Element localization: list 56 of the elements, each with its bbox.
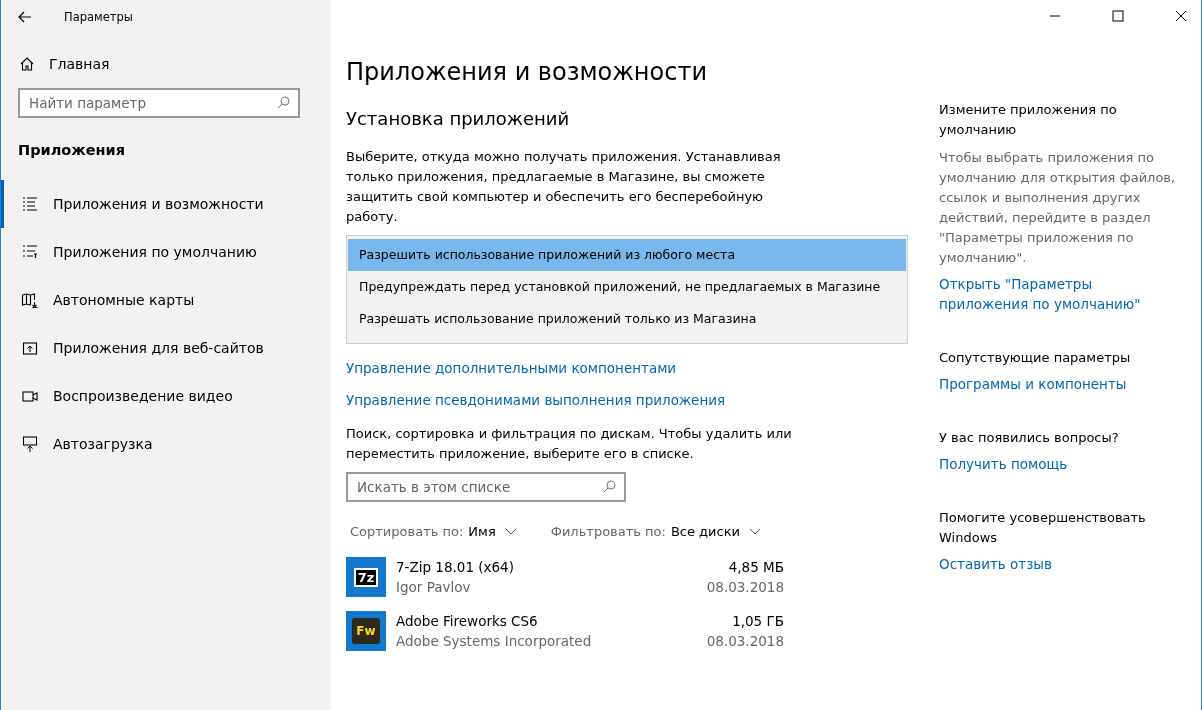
app-icon: Fw — [346, 611, 386, 651]
side-heading: У вас появились вопросы? — [939, 429, 1120, 447]
nav-item[interactable]: Автозагрузка — [1, 420, 331, 468]
monitor-arrow-icon — [21, 435, 39, 453]
side-heading: Помогите усовершенствовать Windows — [939, 509, 1147, 547]
chevron-down-icon — [749, 528, 761, 535]
map-icon — [21, 292, 39, 308]
home-icon — [19, 56, 35, 72]
search-icon — [277, 96, 290, 109]
dropdown-option[interactable]: Разрешать использование приложений только из Магазина — [348, 303, 906, 335]
close-icon[interactable] — [1175, 10, 1187, 22]
list-icon — [21, 245, 39, 259]
side-link[interactable]: Оставить отзыв — [939, 554, 1179, 574]
app-name: Adobe Fireworks CS6 — [396, 612, 539, 631]
side-heading: Измените приложения по умолчанию — [939, 101, 1118, 139]
list-search-field[interactable]: Искать в этом списке — [346, 472, 626, 502]
maximize-icon[interactable] — [1112, 10, 1124, 22]
side-link[interactable]: Получить помощь — [939, 454, 1179, 474]
description-text: Выберите, откуда можно получать приложения. Устанавливая только приложения, предлагаемые в Магазине, вы сможете защитить свой компьютер и обеспечить его бесперебойную работу. — [346, 148, 782, 226]
dropdown-option[interactable]: Разрешить использование приложений из любого места — [348, 239, 906, 271]
side-description: Чтобы выбрать приложения по умолчанию для открытия файлов, ссылок и выполнения других действий, перейдите в раздел "Параметры приложения по умолчанию". — [939, 149, 1177, 267]
nav-item[interactable]: Воспроизведение видео — [1, 372, 331, 420]
app-size: 4,85 МБ — [728, 558, 784, 577]
page-title: Приложения и возможности — [346, 58, 709, 86]
install-date: 08.03.2018 — [706, 578, 784, 597]
install-date: 08.03.2018 — [706, 632, 784, 651]
settings-link[interactable]: Управление псевдонимами выполнения приложения — [346, 392, 923, 408]
filter-dropdown[interactable]: Фильтровать по: Все диски — [550, 524, 761, 539]
back-arrow-icon[interactable] — [18, 11, 32, 23]
window-title: Параметры — [64, 10, 133, 24]
video-camera-icon — [21, 390, 39, 402]
dropdown-option[interactable]: Предупреждать перед установкой приложений, не предлагаемых в Магазине — [348, 271, 906, 303]
home-nav-item[interactable]: Главная — [19, 56, 331, 72]
side-heading: Сопутствующие параметры — [939, 349, 1132, 367]
side-link[interactable]: Открыть "Параметры приложения по умолчанию" — [939, 274, 1179, 314]
chevron-down-icon — [504, 528, 517, 535]
app-publisher: Igor Pavlov — [396, 578, 472, 597]
settings-search-field[interactable]: Найти параметр — [18, 88, 300, 118]
sort-dropdown[interactable]: Сортировать по: Имя — [350, 524, 517, 539]
nav-item[interactable]: Приложения для веб-сайтов — [1, 324, 331, 372]
app-list-item[interactable]: Fw Adobe Fireworks CS6 Adobe Systems Incorporated 1,05 ГБ 08.03.2018 — [346, 611, 784, 651]
app-icon: 7z — [346, 557, 386, 597]
list-icon — [21, 197, 39, 211]
settings-link[interactable]: Управление дополнительными компонентами — [346, 360, 923, 376]
app-name: 7-Zip 18.01 (x64) — [396, 558, 514, 577]
app-size: 1,05 ГБ — [732, 612, 784, 631]
nav-item[interactable]: Приложения и возможности — [1, 180, 331, 228]
list-description-text: Поиск, сортировка и фильтрация по дискам. Чтобы удалить или переместить приложение, выберите его в списке. — [346, 425, 793, 463]
app-list-item[interactable]: 7z 7-Zip 18.01 (x64) Igor Pavlov 4,85 МБ 08.03.2018 — [346, 557, 784, 597]
side-link[interactable]: Программы и компоненты — [939, 374, 1179, 394]
nav-item[interactable]: Приложения по умолчанию — [1, 228, 331, 276]
section-heading: Приложения — [18, 142, 126, 158]
search-icon — [603, 480, 616, 493]
app-publisher: Adobe Systems Incorporated — [396, 632, 592, 651]
section-title: Установка приложений — [346, 108, 571, 129]
nav-item[interactable]: Автономные карты — [1, 276, 331, 324]
